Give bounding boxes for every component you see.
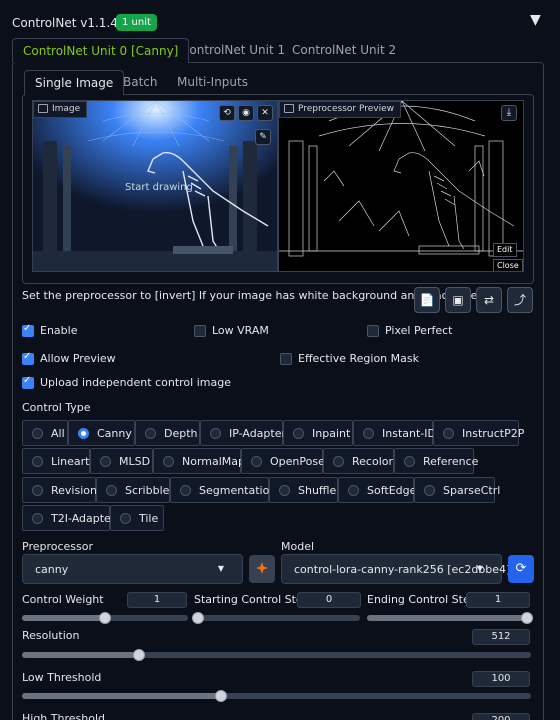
radio-tile[interactable]: Tile: [110, 505, 164, 531]
image-icon: [284, 104, 294, 113]
radio-all[interactable]: All: [22, 420, 68, 446]
upload-independent-label: Upload independent control image: [40, 376, 231, 389]
low-vram-checkbox[interactable]: [194, 325, 206, 337]
radio-depth[interactable]: Depth: [135, 420, 200, 446]
tab-single-image[interactable]: Single Image: [24, 70, 125, 95]
refresh-models-icon[interactable]: ⟳: [508, 555, 534, 583]
resolution-label: Resolution: [22, 629, 80, 642]
radio-instant-id[interactable]: Instant-ID: [353, 420, 436, 446]
low-threshold-label: Low Threshold: [22, 671, 102, 684]
edit-button[interactable]: Edit: [493, 243, 517, 257]
model-label: Model: [281, 540, 315, 553]
radio-instructp2p[interactable]: InstructP2P: [433, 420, 524, 446]
resolution-input[interactable]: 512: [472, 629, 530, 645]
preprocessor-select[interactable]: canny ▼: [22, 554, 243, 584]
low-threshold-slider[interactable]: [22, 690, 531, 702]
ending-step-label: Ending Control Step: [367, 593, 477, 606]
radio-ip-adapter[interactable]: IP-Adapter: [200, 420, 286, 446]
enable-label: Enable: [40, 324, 78, 337]
tab-unit-0[interactable]: ControlNet Unit 0 [Canny]: [12, 38, 190, 63]
reset-icon[interactable]: ⟲: [219, 105, 235, 121]
preprocessor-label: Preprocessor: [22, 540, 94, 553]
low-vram-label: Low VRAM: [212, 324, 269, 337]
tab-unit-2[interactable]: ControlNet Unit 2: [292, 38, 396, 62]
download-icon[interactable]: ⤓: [501, 105, 517, 121]
effective-region-mask-label: Effective Region Mask: [298, 352, 419, 365]
starting-step-input[interactable]: 0: [297, 592, 361, 608]
pixel-perfect-label: Pixel Perfect: [385, 324, 453, 337]
brush-icon[interactable]: ✎: [255, 129, 271, 145]
resolution-slider[interactable]: [22, 649, 531, 661]
clear-icon[interactable]: ✕: [257, 105, 273, 121]
image-icon: [38, 104, 48, 113]
starting-step-slider[interactable]: [192, 612, 360, 624]
send-dimensions-icon[interactable]: ⤴: [507, 287, 533, 313]
effective-region-mask-checkbox[interactable]: [280, 353, 292, 365]
upload-independent-checkbox[interactable]: [22, 375, 34, 389]
tab-unit-1[interactable]: ControlNet Unit 1: [181, 38, 285, 62]
ending-step-slider[interactable]: [367, 612, 533, 624]
chevron-down-icon: ▼: [476, 564, 483, 573]
radio-recolor[interactable]: Recolor: [323, 448, 394, 474]
control-weight-input[interactable]: 1: [127, 592, 187, 608]
radio-reference[interactable]: Reference: [394, 448, 478, 474]
image-tools: ⟲ ◉ ✕: [219, 105, 273, 121]
high-threshold-label: High Threshold: [22, 712, 105, 720]
radio-mlsd[interactable]: MLSD: [90, 448, 153, 474]
tab-batch[interactable]: Batch: [123, 70, 158, 94]
collapse-triangle-icon[interactable]: ▼: [530, 12, 541, 28]
chevron-down-icon: ▼: [217, 564, 224, 573]
allow-preview-label: Allow Preview: [40, 352, 116, 365]
radio-segmentation[interactable]: Segmentation: [170, 477, 276, 503]
radio-sparsectrl[interactable]: SparseCtrl: [414, 477, 500, 503]
model-select[interactable]: control-lora-canny-rank256 [ec2dbbe4] ▼: [281, 554, 510, 584]
radio-revision[interactable]: Revision: [22, 477, 97, 503]
enable-checkbox[interactable]: [22, 323, 34, 337]
unit-count-badge: 1 unit: [116, 14, 157, 31]
radio-t2i-adapter[interactable]: T2I-Adapter: [22, 505, 115, 531]
radio-softedge[interactable]: SoftEdge: [338, 477, 416, 503]
low-threshold-input[interactable]: 100: [472, 671, 530, 687]
starting-step-label: Starting Control Step: [194, 593, 310, 606]
swap-dimensions-icon[interactable]: ⇄: [476, 287, 502, 313]
preprocessor-preview: Preprocessor Preview ⤓ Edit Close: [278, 100, 524, 272]
image-label: Image: [33, 101, 88, 118]
controlnet-title: ControlNet v1.1.448: [12, 16, 134, 30]
preprocessor-preview-label: Preprocessor Preview: [279, 101, 401, 118]
ending-step-input[interactable]: 1: [466, 592, 530, 608]
radio-shuffle[interactable]: Shuffle: [269, 477, 338, 503]
control-type-label: Control Type: [22, 401, 91, 414]
radio-lineart[interactable]: Lineart: [22, 448, 90, 474]
canny-preview-image: [279, 101, 523, 271]
image-canvas[interactable]: Image ⟲ ◉ ✕ ✎ Start drawing: [32, 100, 278, 272]
new-canvas-icon[interactable]: 📄: [414, 287, 440, 313]
camera-icon[interactable]: ◉: [238, 105, 254, 121]
start-drawing-text: Start drawing: [125, 182, 193, 193]
control-weight-label: Control Weight: [22, 593, 104, 606]
radio-normalmap[interactable]: NormalMap: [153, 448, 245, 474]
control-weight-slider[interactable]: [22, 612, 188, 624]
tab-multi-inputs[interactable]: Multi-Inputs: [177, 70, 248, 94]
high-threshold-input[interactable]: 200: [472, 713, 530, 720]
webcam-icon[interactable]: ▣: [445, 287, 471, 313]
close-button[interactable]: Close: [493, 259, 523, 271]
pixel-perfect-checkbox[interactable]: [367, 325, 379, 337]
radio-scribble[interactable]: Scribble: [96, 477, 170, 503]
radio-canny[interactable]: Canny: [68, 420, 135, 446]
radio-inpaint[interactable]: Inpaint: [283, 420, 353, 446]
run-preprocessor-icon[interactable]: [249, 555, 275, 583]
radio-openpose[interactable]: OpenPose: [241, 448, 325, 474]
allow-preview-checkbox[interactable]: [22, 351, 34, 365]
